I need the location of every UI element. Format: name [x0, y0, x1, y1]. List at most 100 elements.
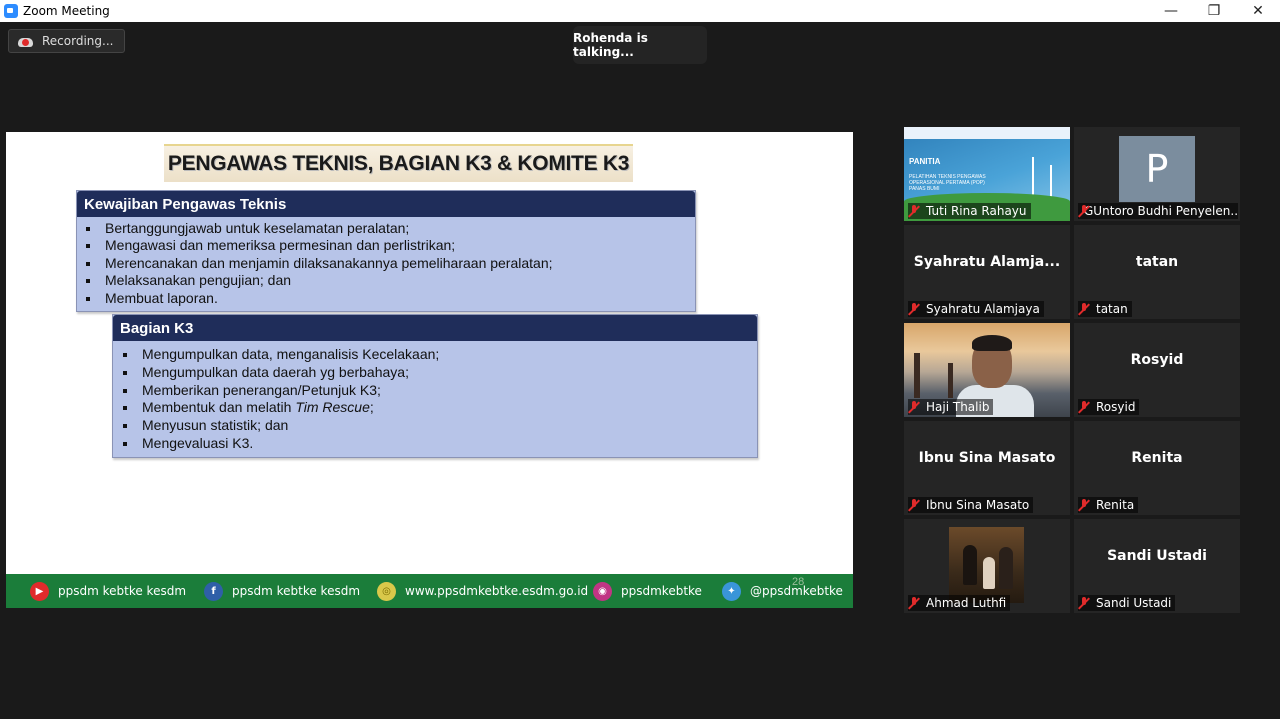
box-heading: Kewajiban Pengawas Teknis	[77, 191, 695, 217]
participant-name: Haji Thalib	[926, 400, 990, 414]
participant-name-label: Haji Thalib	[908, 399, 994, 415]
participant-name-label: Ahmad Luthfi	[908, 595, 1011, 611]
instagram-icon: ◉	[593, 581, 612, 601]
list-item: Melaksanakan pengujian; dan	[86, 272, 695, 289]
facebook-icon: f	[204, 581, 223, 601]
muted-mic-icon	[908, 499, 920, 511]
participant-display-name: Ibnu Sina Masato	[918, 450, 1056, 466]
participant-name: Ibnu Sina Masato	[926, 498, 1030, 512]
participant-tile[interactable]: Ahmad Luthfi	[904, 519, 1070, 613]
list-item: Membuat laporan.	[86, 290, 695, 307]
participant-name-label: Renita	[1078, 497, 1139, 513]
poster-title: PANITIA	[909, 157, 941, 166]
poster-subtitle: PELATIHAN TEKNIS PENGAWAS OPERASIONAL PE…	[909, 174, 986, 192]
shared-screen-slide: PENGAWAS TEKNIS, BAGIAN K3 & KOMITE K3 K…	[6, 132, 853, 608]
list-item-suffix: ;	[369, 399, 374, 416]
participant-profile-photo	[949, 527, 1024, 603]
list-item: Menyusun statistik; dan	[123, 417, 757, 435]
footer-text: ppsdmkebtke	[621, 584, 702, 598]
muted-mic-icon	[908, 303, 920, 315]
participant-tile[interactable]: Renita Renita	[1074, 421, 1240, 515]
participant-name: Sandi Ustadi	[1096, 596, 1172, 610]
list-item: Memberikan penerangan/Petunjuk K3;	[123, 382, 757, 400]
list-item-text: Membentuk dan melatih	[142, 399, 296, 416]
maximize-button[interactable]: ❐	[1192, 0, 1236, 22]
box-heading: Bagian K3	[113, 315, 757, 341]
recording-indicator[interactable]: Recording...	[8, 29, 125, 53]
list-item: Mengumpulkan data daerah yg berbahaya;	[123, 364, 757, 382]
participant-tile[interactable]: PANITIA PELATIHAN TEKNIS PENGAWAS OPERAS…	[904, 127, 1070, 221]
footer-text: ppsdm kebtke kesdm	[58, 584, 187, 598]
muted-mic-icon	[908, 401, 920, 413]
window-title: Zoom Meeting	[23, 4, 110, 18]
muted-mic-icon	[908, 205, 920, 217]
participant-name: Tuti Rina Rahayu	[926, 204, 1027, 218]
active-speaker-banner: Rohenda is talking...	[573, 26, 707, 64]
participant-display-name: Renita	[1131, 450, 1183, 466]
participant-display-name: Rosyid	[1130, 352, 1184, 368]
list-item: Mengumpulkan data, menganalisis Kecelaka…	[123, 346, 757, 364]
participant-display-name: Syahratu Alamja...	[913, 254, 1061, 270]
youtube-icon: ▶	[30, 581, 49, 601]
italic-term: Tim Rescue	[295, 399, 370, 416]
muted-mic-icon	[1078, 597, 1090, 609]
bullet-list: Mengumpulkan data, menganalisis Kecelaka…	[113, 341, 757, 453]
participant-name-label: tatan	[1078, 301, 1132, 317]
muted-mic-icon	[1078, 401, 1090, 413]
bagian-k3-box: Bagian K3 Mengumpulkan data, menganalisi…	[112, 314, 758, 458]
avatar: P	[1119, 136, 1195, 202]
footer-twitter: ✦ @ppsdmkebtke	[722, 581, 843, 601]
poster-logo-bar	[904, 127, 1070, 139]
title-bar: Zoom Meeting — ❐ ✕	[0, 0, 1280, 22]
recording-label: Recording...	[42, 34, 114, 48]
participant-name: Ahmad Luthfi	[926, 596, 1007, 610]
person-shape	[963, 545, 977, 585]
list-item: Mengawasi dan memeriksa permesinan dan p…	[86, 237, 695, 254]
web-icon: ◎	[377, 581, 396, 601]
list-item: Bertanggungjawab untuk keselamatan peral…	[86, 220, 695, 237]
participant-name: Syahratu Alamjaya	[926, 302, 1040, 316]
participant-name: Rosyid	[1096, 400, 1136, 414]
participant-name: Renita	[1096, 498, 1135, 512]
footer-facebook: f ppsdm kebtke kesdm	[204, 581, 360, 601]
footer-website: ◎ www.ppsdmkebtke.esdm.go.id	[377, 581, 588, 601]
participant-tile[interactable]: Haji Thalib	[904, 323, 1070, 417]
participant-tile[interactable]: Rosyid Rosyid	[1074, 323, 1240, 417]
slide-title: PENGAWAS TEKNIS, BAGIAN K3 & KOMITE K3	[164, 144, 633, 182]
twitter-icon: ✦	[722, 581, 741, 601]
bullet-list: Bertanggungjawab untuk keselamatan peral…	[77, 217, 695, 307]
person-shape	[983, 557, 995, 589]
muted-mic-icon	[908, 597, 920, 609]
participant-name-label: Sandi Ustadi	[1078, 595, 1176, 611]
list-item: Membentuk dan melatih Tim Rescue;	[123, 399, 757, 417]
pengawas-teknis-box: Kewajiban Pengawas Teknis Bertanggungjaw…	[76, 190, 696, 312]
muted-mic-icon	[1078, 499, 1090, 511]
person-shape	[999, 547, 1013, 589]
participant-display-name: Sandi Ustadi	[1107, 548, 1207, 564]
participant-tile[interactable]: tatan tatan	[1074, 225, 1240, 319]
list-item: Merencanakan dan menjamin dilaksanakanny…	[86, 255, 695, 272]
footer-text: www.ppsdmkebtke.esdm.go.id	[405, 584, 589, 598]
footer-text: ppsdm kebtke kesdm	[232, 584, 361, 598]
slide-footer: ▶ ppsdm kebtke kesdm f ppsdm kebtke kesd…	[6, 574, 853, 608]
participant-name-label: Syahratu Alamjaya	[908, 301, 1044, 317]
participant-tile[interactable]: P GUntoro Budhi Penyelen...	[1074, 127, 1240, 221]
bridge-tower-shape	[914, 353, 920, 398]
footer-youtube: ▶ ppsdm kebtke kesdm	[30, 581, 186, 601]
cloud-record-icon	[18, 36, 33, 47]
participant-name-label: GUntoro Budhi Penyelen...	[1078, 203, 1238, 219]
participant-tile[interactable]: Ibnu Sina Masato Ibnu Sina Masato	[904, 421, 1070, 515]
participant-name: GUntoro Budhi Penyelen...	[1084, 204, 1238, 218]
participant-name-label: Tuti Rina Rahayu	[908, 203, 1031, 219]
bridge-tower-shape	[948, 363, 953, 398]
muted-mic-icon	[1078, 303, 1090, 315]
slide-page-number: 28	[792, 576, 805, 588]
participant-display-name: tatan	[1135, 254, 1179, 270]
footer-instagram: ◉ ppsdmkebtke	[593, 581, 702, 601]
participant-tile[interactable]: Syahratu Alamja... Syahratu Alamjaya	[904, 225, 1070, 319]
person-shape	[972, 335, 1012, 351]
participant-tile[interactable]: Sandi Ustadi Sandi Ustadi	[1074, 519, 1240, 613]
minimize-button[interactable]: —	[1149, 0, 1193, 22]
list-item: Mengevaluasi K3.	[123, 435, 757, 453]
close-button[interactable]: ✕	[1236, 0, 1280, 22]
